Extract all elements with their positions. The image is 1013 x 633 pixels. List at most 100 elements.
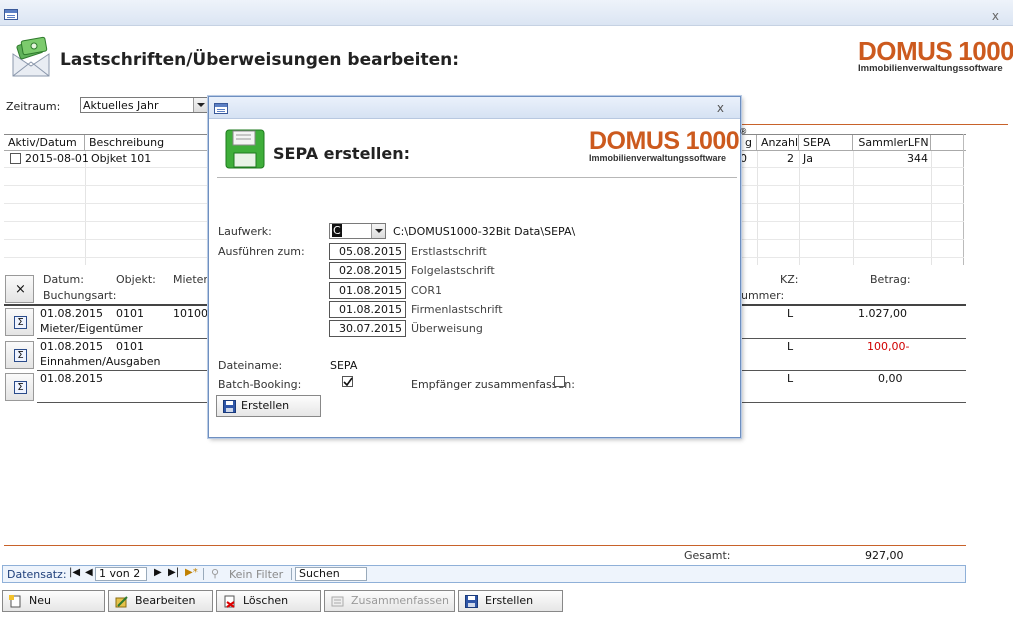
zusammenfassen-button[interactable]: Zusammenfassen: [324, 590, 455, 612]
detail-objekt: 0101: [116, 340, 144, 353]
navigation-label: Datensatz:: [7, 568, 67, 581]
erstellen-button[interactable]: Erstellen: [458, 590, 563, 612]
page-title: Lastschriften/Überweisungen bearbeiten:: [60, 50, 460, 70]
logo-number: 1000: [685, 127, 740, 155]
col-sammlerlfn[interactable]: SammlerLFN: [853, 135, 931, 151]
new-document-icon: [9, 595, 21, 608]
folgelastschrift-date-input[interactable]: 02.08.2015: [329, 262, 406, 279]
row-aktiv-checkbox[interactable]: [10, 153, 21, 164]
search-input[interactable]: Suchen: [295, 567, 367, 581]
logo-number: 1000: [958, 36, 1013, 66]
detail-buchungsart: Mieter/Eigentümer: [40, 322, 143, 335]
save-disk-icon: [465, 595, 478, 608]
first-record-icon[interactable]: |◀: [69, 567, 80, 578]
logo-subtitle: Immobilienverwaltungssoftware: [858, 63, 1003, 74]
grid-vline: [85, 151, 86, 265]
hdr-kz: KZ:: [780, 273, 799, 286]
row-sum-button[interactable]: Σ: [5, 373, 34, 401]
laufwerk-label: Laufwerk:: [218, 225, 272, 238]
erstlastschrift-date-input[interactable]: 05.08.2015: [329, 243, 406, 260]
col-beschreibung[interactable]: Beschreibung: [85, 135, 210, 151]
dialog-close-icon[interactable]: x: [717, 101, 724, 115]
filter-status[interactable]: Kein Filter: [229, 568, 283, 581]
sigma-icon: Σ: [14, 349, 27, 362]
hdr-mieter: Mieter:: [173, 273, 212, 286]
details-close-button[interactable]: ×: [5, 275, 34, 303]
grid-vline: [799, 151, 800, 265]
row-sum-button[interactable]: Σ: [5, 341, 34, 369]
sepa-dialog: x SEPA erstellen: DOMUS 1000® Immobilienv…: [208, 96, 747, 438]
total-value: 927,00: [865, 549, 904, 562]
nav-separator: [203, 568, 204, 580]
logo-word: DOMUS: [858, 36, 953, 66]
checkmark-icon: [343, 377, 353, 387]
prev-record-icon[interactable]: ◀: [85, 567, 93, 578]
form-icon: [214, 103, 228, 114]
neu-label: Neu: [29, 594, 51, 607]
firmenlastschrift-label: Firmenlastschrift: [411, 303, 503, 316]
dateiname-value[interactable]: SEPA: [330, 359, 357, 372]
form-icon: [4, 9, 18, 20]
loeschen-button[interactable]: Löschen: [216, 590, 321, 612]
cor1-date-input[interactable]: 01.08.2015: [329, 282, 406, 299]
money-envelope-icon: [12, 36, 50, 77]
new-record-icon[interactable]: ▶*: [185, 567, 198, 578]
empfaenger-checkbox[interactable]: [554, 376, 565, 387]
col-aktiv-datum[interactable]: Aktiv/Datum: [4, 135, 85, 151]
erstlastschrift-label: Erstlastschrift: [411, 245, 487, 258]
zeitraum-select[interactable]: Aktuelles Jahr: [80, 97, 208, 113]
firmenlastschrift-date-input[interactable]: 01.08.2015: [329, 301, 406, 318]
zeitraum-value: Aktuelles Jahr: [83, 99, 159, 112]
save-disk-icon: [223, 400, 236, 413]
detail-kz: L: [787, 307, 794, 320]
filter-icon[interactable]: ⚲: [211, 567, 219, 580]
col-sepa[interactable]: SEPA: [799, 135, 853, 151]
record-position-input[interactable]: 1 von 2: [95, 567, 147, 581]
neu-button[interactable]: Neu: [2, 590, 105, 612]
zeitraum-label: Zeitraum:: [6, 100, 61, 113]
chevron-down-icon[interactable]: [193, 98, 207, 112]
close-icon: ×: [15, 282, 26, 297]
logo-subtitle: Immobilienverwaltungssoftware: [589, 153, 727, 163]
dialog-titlebar: x: [209, 97, 740, 119]
domus-logo: DOMUS1000® Immobilienverwaltungssoftware: [589, 127, 747, 163]
record-navigation: Datensatz: |◀ ◀ 1 von 2 ▶ ▶| ▶* ⚲ Kein F…: [2, 565, 966, 583]
header-divider: [740, 124, 1008, 125]
hdr-nummer: ummer:: [741, 289, 785, 302]
next-record-icon[interactable]: ▶: [154, 567, 162, 578]
batch-booking-label: Batch-Booking:: [218, 378, 302, 391]
laufwerk-value: C: [332, 224, 342, 237]
total-label: Gesamt:: [684, 549, 731, 562]
edit-icon: [115, 596, 128, 608]
detail-datum: 01.08.2015: [40, 340, 103, 353]
row-sum-button[interactable]: Σ: [5, 308, 34, 336]
batch-booking-checkbox[interactable]: [342, 376, 353, 387]
ueberweisung-date-input[interactable]: 30.07.2015: [329, 320, 406, 337]
row-beschreibung: Objket 101: [91, 152, 152, 165]
erstellen-label: Erstellen: [485, 594, 534, 607]
detail-betrag-negative: 100,00-: [867, 340, 910, 353]
dialog-divider: [217, 177, 737, 178]
row-datum: 2015-08-01: [25, 152, 89, 165]
empfaenger-label: Empfänger zusammenfassen:: [411, 378, 575, 391]
detail-betrag: 0,00: [878, 372, 903, 385]
col-anzahl[interactable]: Anzahl: [757, 135, 799, 151]
last-record-icon[interactable]: ▶|: [168, 567, 179, 578]
close-icon[interactable]: x: [992, 9, 999, 23]
dateiname-label: Dateiname:: [218, 359, 283, 372]
dialog-erstellen-button[interactable]: Erstellen: [216, 395, 321, 417]
detail-datum: 01.08.2015: [40, 372, 103, 385]
detail-datum: 01.08.2015: [40, 307, 103, 320]
laufwerk-select[interactable]: C: [329, 223, 386, 239]
hdr-objekt: Objekt:: [116, 273, 156, 286]
sigma-icon: Σ: [14, 316, 27, 329]
detail-kz: L: [787, 372, 794, 385]
loeschen-label: Löschen: [243, 594, 289, 607]
bearbeiten-button[interactable]: Bearbeiten: [108, 590, 213, 612]
ueberweisung-label: Überweisung: [411, 322, 483, 335]
grid-vline: [931, 151, 932, 265]
row-anzahl: 2: [787, 152, 794, 165]
chevron-down-icon[interactable]: [371, 224, 385, 238]
domus-logo: DOMUS1000® Immobilienverwaltungssoftware: [858, 36, 1013, 74]
window-titlebar: x: [0, 0, 1013, 26]
